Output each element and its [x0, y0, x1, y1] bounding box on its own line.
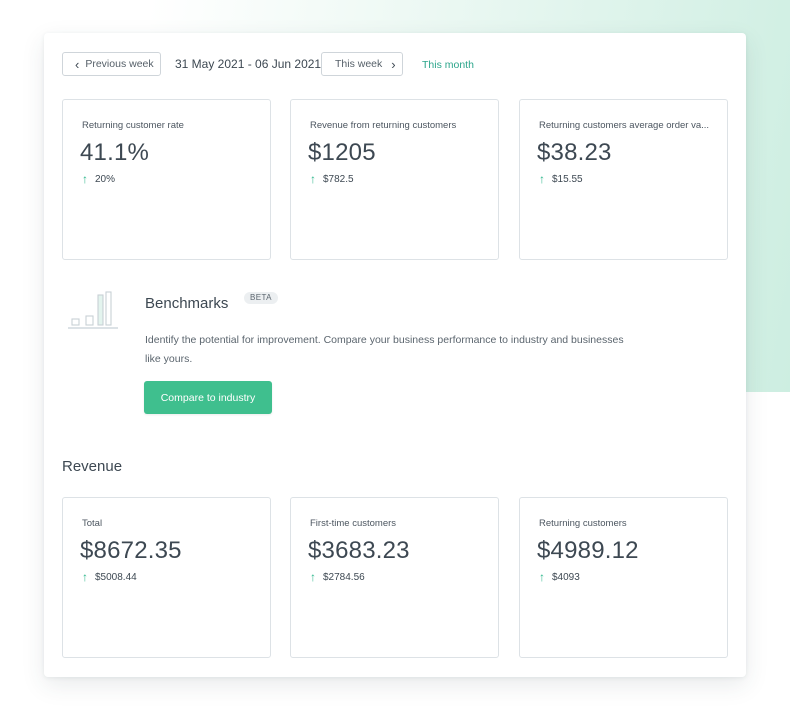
metric-change: ↑ 20%: [82, 173, 115, 185]
metric-value: $8672.35: [80, 537, 182, 564]
metric-label: First-time customers: [310, 518, 397, 529]
revenue-section-title: Revenue: [62, 458, 123, 475]
metric-change: ↑ $782.5: [310, 173, 354, 185]
arrow-up-icon: ↑: [539, 172, 545, 186]
metric-card-returning-revenue: Revenue from returning customers $1205 ↑…: [290, 99, 499, 260]
metric-label: Returning customer rate: [82, 120, 184, 131]
date-range-label: 31 May 2021 - 06 Jun 2021: [175, 57, 322, 71]
arrow-up-icon: ↑: [539, 570, 545, 584]
metric-value: $4989.12: [537, 537, 639, 564]
metric-change: ↑ $4093: [539, 571, 580, 583]
metric-value: $38.23: [537, 139, 612, 166]
metric-value: $1205: [308, 139, 376, 166]
arrow-up-icon: ↑: [82, 570, 88, 584]
metric-change-value: $5008.44: [95, 571, 137, 583]
previous-week-label: Previous week: [85, 58, 154, 70]
metric-change-value: $4093: [552, 571, 580, 583]
this-week-label: This week: [335, 58, 383, 70]
previous-week-button[interactable]: ‹ Previous week: [62, 52, 161, 76]
chevron-left-icon: ‹: [75, 56, 80, 72]
metric-change-value: $782.5: [323, 173, 354, 185]
metric-label: Returning customers average order va...: [539, 120, 710, 131]
this-month-link[interactable]: This month: [422, 59, 474, 71]
arrow-up-icon: ↑: [82, 172, 88, 186]
metric-change-value: 20%: [95, 173, 116, 185]
metric-label: Revenue from returning customers: [310, 120, 457, 131]
metric-change-value: $2784.56: [323, 571, 365, 583]
compare-to-industry-button[interactable]: Compare to industry: [144, 381, 272, 414]
revenue-card-first-time: First-time customers $3683.23 ↑ $2784.56: [290, 497, 499, 658]
metric-change: ↑ $2784.56: [310, 571, 365, 583]
chevron-right-icon: ›: [391, 56, 396, 72]
benchmark-chart-icon: [68, 291, 118, 329]
metric-change: ↑ $5008.44: [82, 571, 137, 583]
revenue-card-total: Total $8672.35 ↑ $5008.44: [62, 497, 271, 658]
metric-change: ↑ $15.55: [539, 173, 583, 185]
this-week-button[interactable]: This week ›: [321, 52, 403, 76]
benchmarks-description: Identify the potential for improvement. …: [145, 334, 624, 365]
revenue-card-returning: Returning customers $4989.12 ↑ $4093: [519, 497, 728, 658]
benchmarks-title: Benchmarks: [145, 295, 229, 312]
analytics-panel: ‹ Previous week 31 May 2021 - 06 Jun 202…: [44, 33, 746, 677]
arrow-up-icon: ↑: [310, 570, 316, 584]
metric-label: Returning customers: [539, 518, 627, 529]
metric-value: 41.1%: [80, 139, 150, 166]
metric-card-returning-rate: Returning customer rate 41.1% ↑ 20%: [62, 99, 271, 260]
metric-change-value: $15.55: [552, 173, 583, 185]
metric-card-returning-aov: Returning customers average order va... …: [519, 99, 728, 260]
metric-label: Total: [82, 518, 103, 529]
beta-badge: BETA: [244, 292, 278, 304]
arrow-up-icon: ↑: [310, 172, 316, 186]
metric-value: $3683.23: [308, 537, 410, 564]
